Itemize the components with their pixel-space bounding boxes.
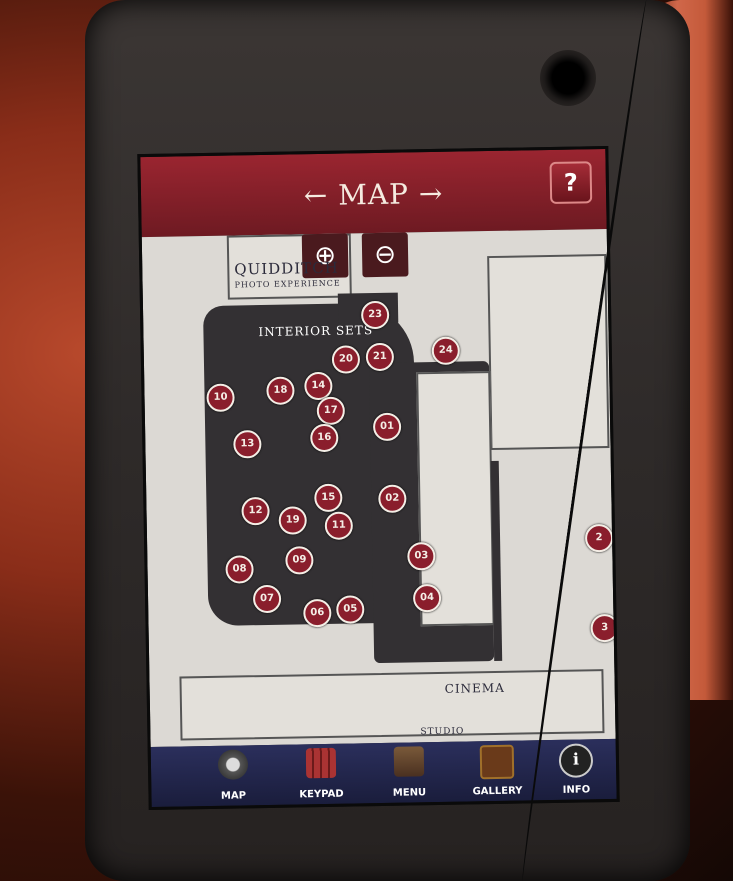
floor-map[interactable]: ⊕ ⊖ Quidditch Photo Experience Interior … [141, 228, 619, 748]
tab-map[interactable]: MAP [193, 745, 274, 806]
tab-bar: MAP KEYPAD MENU GALLERY i INFO [150, 738, 617, 808]
info-icon: i [558, 743, 594, 778]
gallery-icon [479, 744, 515, 780]
menu-icon [393, 746, 425, 777]
camera-lens-icon [540, 50, 596, 106]
interior-sets-label: Interior Sets [258, 323, 374, 340]
photo-experience-label: Photo Experience [234, 278, 341, 290]
quidditch-label: Quidditch [234, 258, 339, 279]
tab-menu[interactable]: MENU [369, 742, 450, 803]
header-bar: ← MAP → ? [140, 148, 607, 238]
cinema-label: Cinema [444, 680, 505, 696]
tab-gallery[interactable]: GALLERY [457, 740, 538, 801]
tab-info[interactable]: i INFO [536, 739, 617, 800]
tab-label: GALLERY [472, 785, 523, 798]
keypad-icon [305, 747, 337, 779]
compass-icon [217, 749, 249, 780]
studio-label: Studio [420, 726, 465, 738]
map-pin[interactable]: 3 [590, 613, 619, 643]
page-title: ← MAP → [303, 176, 444, 213]
tab-label: INFO [562, 784, 591, 796]
help-button[interactable]: ? [549, 161, 593, 204]
zoom-out-button[interactable]: ⊖ [361, 232, 409, 278]
tab-label: KEYPAD [299, 788, 344, 801]
tab-label: MAP [220, 790, 247, 802]
tab-keypad[interactable]: KEYPAD [281, 743, 362, 804]
map-pin[interactable]: 2 [584, 523, 614, 553]
tab-label: MENU [392, 787, 427, 799]
